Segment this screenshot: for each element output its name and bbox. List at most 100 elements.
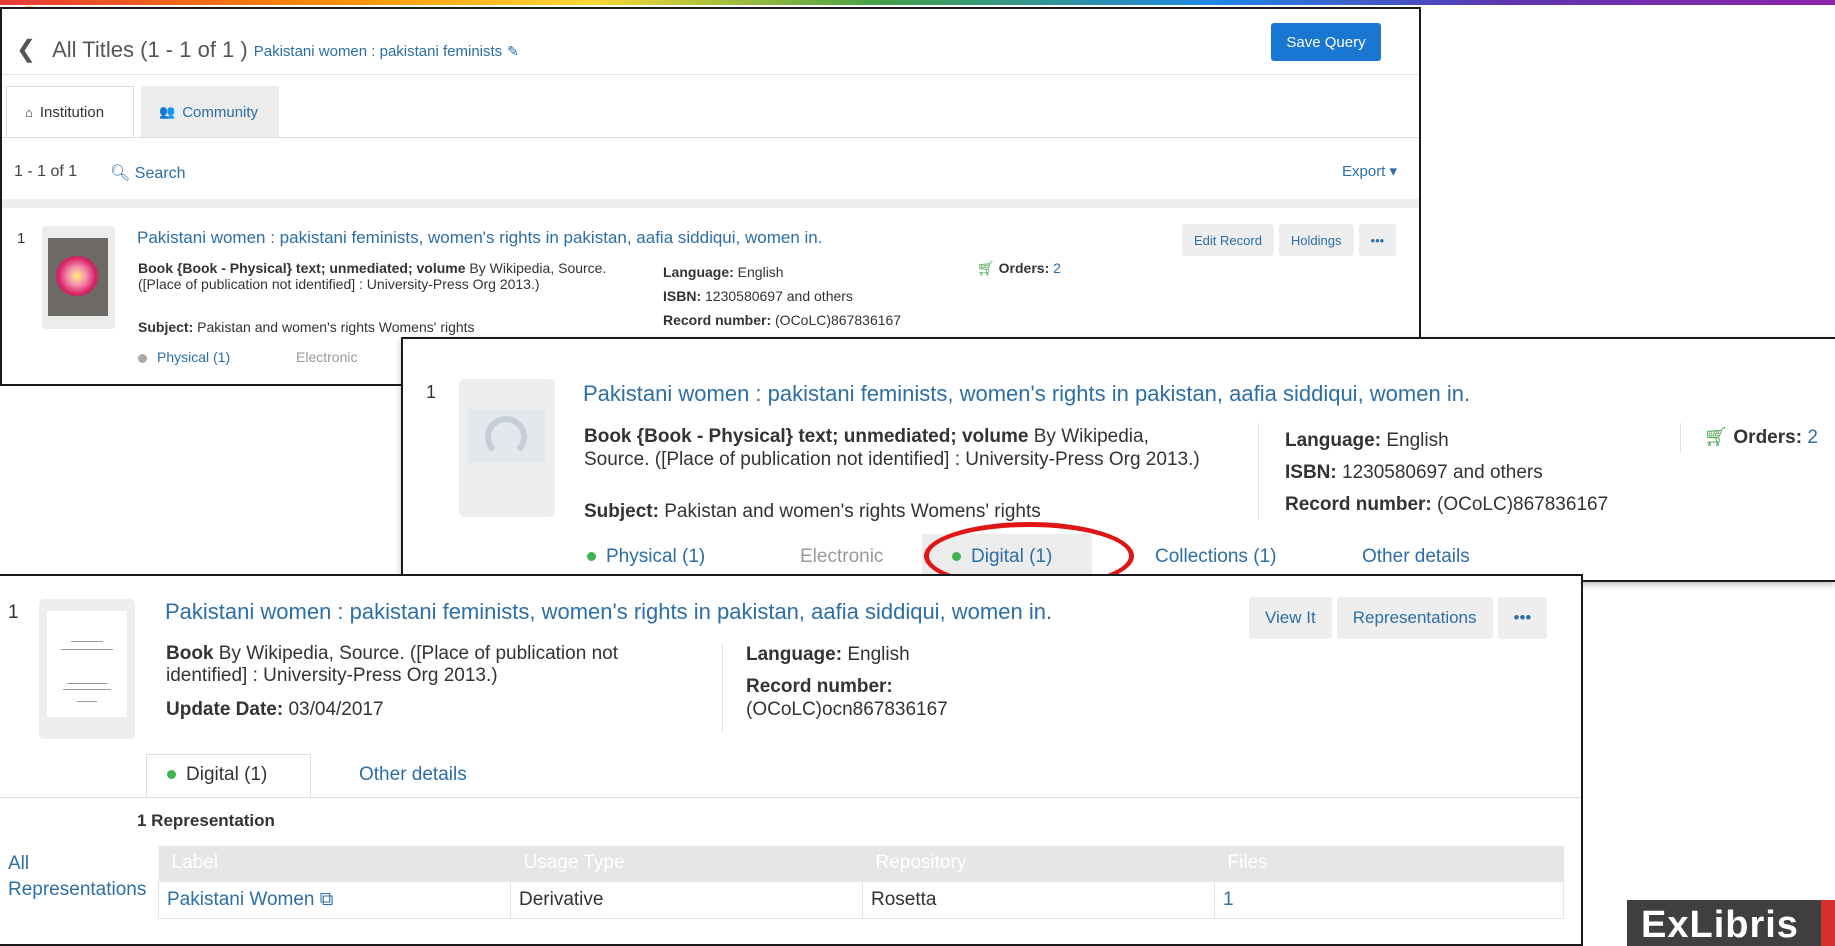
text-line: [63, 689, 111, 690]
cart-icon: 🛒︎: [1704, 427, 1729, 448]
cover-page-image: [47, 611, 127, 717]
save-query-button[interactable]: Save Query: [1271, 23, 1381, 61]
book-cover-thumbnail[interactable]: [459, 379, 555, 517]
view-it-button[interactable]: View It: [1249, 597, 1332, 639]
holdings-button[interactable]: Holdings: [1278, 224, 1354, 256]
orders-label: Orders:: [1733, 427, 1803, 448]
usage-type-cell: Derivative: [510, 880, 863, 919]
record-description: Book {Book - Physical} text; unmediated;…: [138, 260, 628, 292]
description-text: By Wikipedia, Source. ([Place of publica…: [166, 643, 618, 686]
language-row: Language: English: [1285, 425, 1608, 457]
status-dot-icon: [952, 552, 961, 562]
external-link-icon: ⧉: [319, 888, 334, 910]
column-header[interactable]: Label: [158, 846, 511, 881]
language-label: Language:: [746, 644, 843, 665]
repository-cell: Rosetta: [862, 880, 1215, 919]
column-header[interactable]: Repository: [862, 846, 1215, 881]
tab-institution-label: Institution: [39, 104, 105, 121]
pencil-icon[interactable]: ✎: [507, 43, 519, 60]
electronic-tab[interactable]: Electronic: [296, 349, 357, 365]
representations-button[interactable]: Representations: [1336, 597, 1493, 639]
column-header[interactable]: Files: [1214, 846, 1564, 881]
representations-table: Label Usage Type Repository Files Pakist…: [158, 846, 1564, 919]
language-label: Language:: [663, 264, 734, 280]
edit-record-button[interactable]: Edit Record: [1182, 224, 1274, 256]
representation-count: 1 Representation: [137, 811, 275, 830]
physical-tab[interactable]: Physical (1): [138, 349, 230, 365]
record-number-row: Record number: (OCoLC)ocn867836167: [746, 675, 996, 721]
language-row: Language: English: [746, 643, 996, 666]
zoomed-record-panel: 1 Pakistani women : pakistani feminists,…: [401, 337, 1835, 582]
orders-count-link[interactable]: 2: [1053, 260, 1061, 276]
isbn-value: 1230580697 and others: [701, 288, 853, 304]
physical-tab[interactable]: Physical (1): [587, 546, 705, 568]
separator-band: [2, 199, 1419, 208]
language-label: Language:: [1285, 430, 1382, 451]
cart-icon: 🛒︎: [977, 260, 995, 276]
electronic-tab[interactable]: Electronic: [800, 546, 883, 568]
language-value: English: [842, 644, 910, 665]
record-title-link[interactable]: Pakistani women : pakistani feminists, w…: [165, 599, 1052, 625]
more-actions-button[interactable]: •••: [1358, 224, 1397, 256]
rainbow-top-bar: [0, 0, 1835, 5]
more-actions-button[interactable]: •••: [1497, 597, 1548, 639]
book-cover-thumbnail[interactable]: [42, 226, 115, 329]
orders-count-link[interactable]: 2: [1807, 427, 1818, 448]
record-title-link[interactable]: Pakistani women : pakistani feminists, w…: [137, 228, 822, 248]
record-number-label: Record number:: [663, 312, 772, 328]
record-actions: Edit Record Holdings •••: [1182, 224, 1397, 256]
record-title-link[interactable]: Pakistani women : pakistani feminists, w…: [583, 381, 1470, 407]
subject-value: Pakistan and women's rights Womens' righ…: [193, 319, 475, 335]
record-number-value: (OCoLC)867836167: [1431, 494, 1609, 515]
files-count-link[interactable]: 1: [1214, 880, 1564, 919]
divider: [2, 137, 1419, 138]
book-cover-thumbnail[interactable]: [39, 599, 135, 739]
description-type: Book {Book - Physical} text; unmediated;…: [584, 426, 1029, 447]
all-representations-link[interactable]: All Representations: [8, 851, 148, 903]
search-icon: 🔍︎: [110, 165, 131, 182]
results-title: All Titles (1 - 1 of 1 ): [52, 36, 248, 62]
export-dropdown[interactable]: Export ▾: [1342, 162, 1397, 180]
tab-institution[interactable]: ⌂ Institution: [6, 86, 134, 138]
status-dot-icon: [167, 770, 176, 780]
divider: [0, 797, 1581, 798]
physical-label: Physical (1): [157, 349, 231, 365]
record-number-value: (OCoLC)ocn867836167: [746, 699, 948, 720]
record-subject: Subject: Pakistan and women's rights Wom…: [138, 319, 475, 335]
update-date-value: 03/04/2017: [283, 699, 384, 720]
update-date: Update Date: 03/04/2017: [166, 699, 384, 721]
subject-label: Subject:: [138, 319, 194, 335]
record-number-row: Record number: (OCoLC)867836167: [1285, 489, 1608, 521]
digital-tab[interactable]: Digital (1): [146, 754, 311, 798]
isbn-label: ISBN:: [663, 288, 702, 304]
record-number-label: Record number:: [1285, 494, 1432, 515]
orders-label: Orders:: [998, 260, 1050, 276]
text-line: [71, 641, 103, 642]
results-header: ❮ All Titles (1 - 1 of 1 ) Pakistani wom…: [16, 35, 519, 64]
orders-info: 🛒︎ Orders: 2: [1704, 425, 1818, 449]
text-line: [77, 701, 97, 702]
logo-arc-image: [485, 416, 527, 458]
search-link[interactable]: 🔍︎ Search: [110, 163, 185, 183]
query-text[interactable]: Pakistani women : pakistani feminists: [254, 43, 502, 60]
back-chevron-icon[interactable]: ❮: [16, 35, 36, 64]
tab-community[interactable]: 👥 Community: [141, 86, 279, 138]
digital-record-panel: 1 Pakistani women : pakistani feminists,…: [0, 574, 1583, 946]
record-description: Book {Book - Physical} text; unmediated;…: [584, 425, 1204, 471]
logo-red-bar: [1821, 900, 1835, 946]
representation-label-link[interactable]: Pakistani Women ⧉: [158, 880, 511, 919]
update-date-label: Update Date:: [166, 699, 284, 720]
digital-label: Digital (1): [971, 546, 1053, 567]
other-details-tab[interactable]: Other details: [359, 764, 467, 786]
table-header-row: Label Usage Type Repository Files: [158, 846, 1564, 881]
caret-down-icon: ▾: [1389, 163, 1398, 180]
column-header[interactable]: Usage Type: [510, 846, 863, 881]
record-number-row: Record number: (OCoLC)867836167: [663, 308, 901, 332]
record-actions: View It Representations •••: [1249, 597, 1548, 639]
other-details-tab[interactable]: Other details: [1362, 546, 1470, 568]
flower-image: [54, 256, 100, 296]
divider: [1258, 423, 1259, 519]
record-metadata: Language: English Record number: (OCoLC)o…: [746, 643, 996, 721]
collections-tab[interactable]: Collections (1): [1155, 546, 1276, 568]
subject-value: Pakistan and women's rights Womens' righ…: [658, 501, 1041, 522]
